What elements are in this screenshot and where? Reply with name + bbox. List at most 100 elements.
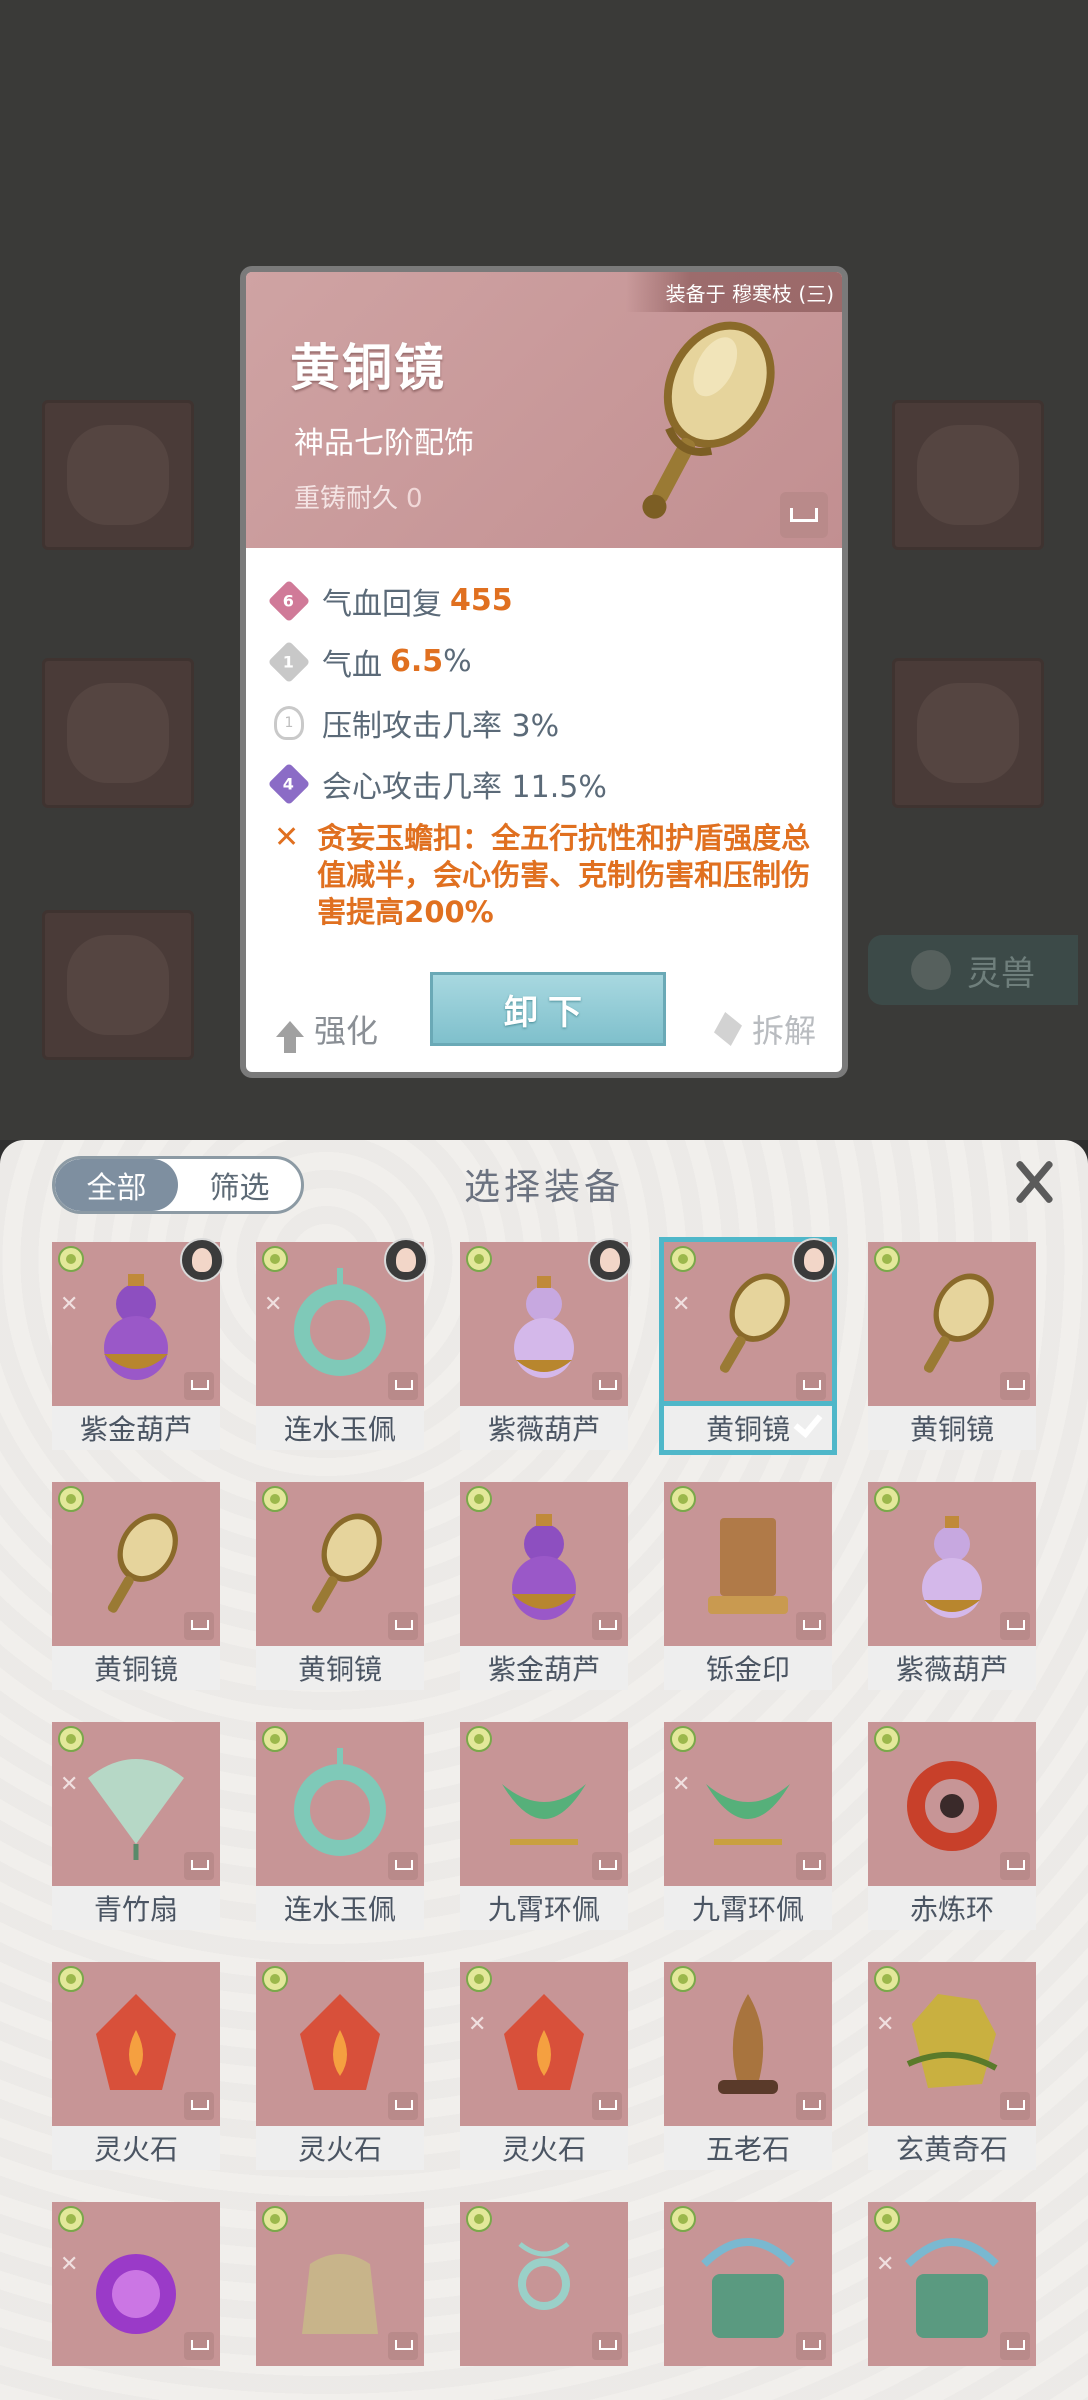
equipment-item[interactable] bbox=[460, 2202, 628, 2400]
equipment-item[interactable]: 灵火石 bbox=[256, 1962, 424, 2170]
item-art bbox=[664, 1962, 832, 2126]
old-stone-icon bbox=[694, 1984, 802, 2104]
element-swirl-icon bbox=[670, 1246, 696, 1272]
bag-icon bbox=[286, 2224, 394, 2344]
equipment-item[interactable]: 铄金印 bbox=[664, 1482, 832, 1690]
lock-icon bbox=[388, 1852, 418, 1880]
equipment-item[interactable]: ✕ 灵火石 bbox=[460, 1962, 628, 2170]
equipment-item[interactable]: 黄铜镜 bbox=[868, 1242, 1036, 1450]
item-label: 紫薇葫芦 bbox=[868, 1646, 1036, 1690]
stat-label: 气血回复 bbox=[322, 586, 442, 622]
equipment-item[interactable]: ✕ bbox=[52, 2202, 220, 2400]
cross-icon: ✕ bbox=[264, 1292, 283, 1317]
owner-avatar bbox=[180, 1238, 224, 1282]
equipment-item[interactable]: 五老石 bbox=[664, 1962, 832, 2170]
equipment-item[interactable]: 黄铜镜 bbox=[52, 1482, 220, 1690]
item-label: 灵火石 bbox=[52, 2126, 220, 2170]
unequip-button[interactable]: 卸下 bbox=[430, 972, 666, 1046]
lock-icon[interactable] bbox=[780, 492, 828, 538]
element-swirl-icon bbox=[262, 2206, 288, 2232]
equipment-item[interactable]: 紫薇葫芦 bbox=[460, 1238, 632, 1450]
brass-mirror-icon bbox=[642, 321, 775, 519]
item-art bbox=[868, 1242, 1036, 1406]
cross-icon: ✕ bbox=[468, 2012, 487, 2037]
lock-icon bbox=[1000, 1852, 1030, 1880]
fire-stone-icon bbox=[490, 1984, 598, 2104]
element-swirl-icon bbox=[874, 1246, 900, 1272]
item-label: 连水玉佩 bbox=[256, 1886, 424, 1930]
equipment-item[interactable] bbox=[664, 2202, 832, 2400]
stat-list: 6 气血回复 455 1 气血 6.5% 1 压制攻击几率 3% 4 会心攻击几… bbox=[246, 548, 842, 931]
bg-equip-slot bbox=[892, 400, 1044, 550]
stat-row: 1 压制攻击几率 3% bbox=[274, 692, 842, 753]
item-art bbox=[52, 1962, 220, 2126]
lock-icon bbox=[796, 2092, 826, 2120]
item-art bbox=[460, 1722, 628, 1886]
equipment-item[interactable]: ✕ 紫金葫芦 bbox=[52, 1238, 224, 1450]
element-swirl-icon bbox=[466, 1246, 492, 1272]
equipment-item[interactable]: 九霄环佩 bbox=[460, 1722, 628, 1930]
equipment-item[interactable]: ✕ 黄铜镜 bbox=[659, 1237, 837, 1450]
element-swirl-icon bbox=[262, 1966, 288, 1992]
equipment-item[interactable]: ✕ 青竹扇 bbox=[52, 1722, 220, 1930]
item-art: ✕ bbox=[52, 2202, 220, 2366]
element-swirl-icon bbox=[262, 1246, 288, 1272]
element-swirl-icon bbox=[466, 1726, 492, 1752]
lock-icon bbox=[184, 2092, 214, 2120]
equipment-item[interactable]: 紫薇葫芦 bbox=[868, 1482, 1036, 1690]
fire-stone-icon bbox=[286, 1984, 394, 2104]
lock-icon bbox=[592, 1852, 622, 1880]
equipment-item[interactable]: 黄铜镜 bbox=[256, 1482, 424, 1690]
element-swirl-icon bbox=[670, 1966, 696, 1992]
stat-row: 4 会心攻击几率 11.5% bbox=[267, 753, 842, 814]
gold-stone-icon bbox=[898, 1984, 1006, 2104]
equipment-item[interactable]: 连水玉佩 bbox=[256, 1722, 424, 1930]
gourd-lilac-icon bbox=[490, 1264, 598, 1384]
orb-icon bbox=[82, 2224, 190, 2344]
flame-icon: 1 bbox=[274, 705, 304, 740]
gem-icon: 4 bbox=[267, 762, 311, 805]
lock-icon bbox=[592, 2332, 622, 2360]
item-label: 紫薇葫芦 bbox=[460, 1406, 628, 1450]
stat-row: 6 气血回复 455 bbox=[267, 570, 842, 631]
element-swirl-icon bbox=[262, 1486, 288, 1512]
item-art bbox=[460, 2202, 628, 2366]
item-label: 赤炼环 bbox=[868, 1886, 1036, 1930]
lock-icon bbox=[796, 1852, 826, 1880]
item-grade: 神品七阶配饰 bbox=[294, 426, 474, 461]
equipment-item[interactable]: ✕ 连水玉佩 bbox=[256, 1238, 428, 1450]
cross-icon: ✕ bbox=[876, 2252, 895, 2277]
item-label: 紫金葫芦 bbox=[52, 1406, 220, 1450]
set-bonus-text: 贪妄玉蟾扣：全五行抗性和护盾强度总值减半，会心伤害、克制伤害和压制伤害提高200… bbox=[317, 821, 811, 929]
equipment-item[interactable]: ✕ bbox=[868, 2202, 1036, 2400]
jade-ring-icon bbox=[286, 1744, 394, 1864]
bg-equip-slot bbox=[892, 658, 1044, 808]
equipment-item[interactable]: ✕ 玄黄奇石 bbox=[868, 1962, 1036, 2170]
element-swirl-icon bbox=[670, 1486, 696, 1512]
equipment-item[interactable]: 紫金葫芦 bbox=[460, 1482, 628, 1690]
mirror-icon bbox=[898, 1264, 1006, 1384]
item-art: ✕ bbox=[659, 1237, 837, 1411]
element-swirl-icon bbox=[466, 2206, 492, 2232]
checkmark-icon bbox=[792, 1410, 822, 1440]
strengthen-button[interactable]: 强化 bbox=[276, 1006, 378, 1053]
item-art bbox=[256, 1482, 424, 1646]
equipment-item[interactable]: 灵火石 bbox=[52, 1962, 220, 2170]
lock-icon bbox=[184, 1852, 214, 1880]
mirror-icon bbox=[694, 1264, 802, 1384]
bg-equip-slot bbox=[42, 400, 194, 550]
lock-icon bbox=[184, 1612, 214, 1640]
stat-value: 455 bbox=[450, 583, 513, 618]
bg-equip-slot bbox=[42, 910, 194, 1060]
equipment-item[interactable] bbox=[256, 2202, 424, 2400]
panel-title: 选择装备 bbox=[463, 1167, 624, 1208]
equipment-item[interactable]: ✕ 九霄环佩 bbox=[664, 1722, 832, 1930]
item-art: ✕ bbox=[868, 1962, 1036, 2126]
element-swirl-icon bbox=[670, 1726, 696, 1752]
equipment-item[interactable]: 赤炼环 bbox=[868, 1722, 1036, 1930]
dismantle-button[interactable]: 拆解 bbox=[713, 1006, 816, 1052]
gem-level: 6 bbox=[283, 590, 295, 610]
close-icon[interactable] bbox=[1006, 1154, 1062, 1210]
reforge-value: 0 bbox=[406, 484, 423, 514]
item-art bbox=[460, 1482, 628, 1646]
